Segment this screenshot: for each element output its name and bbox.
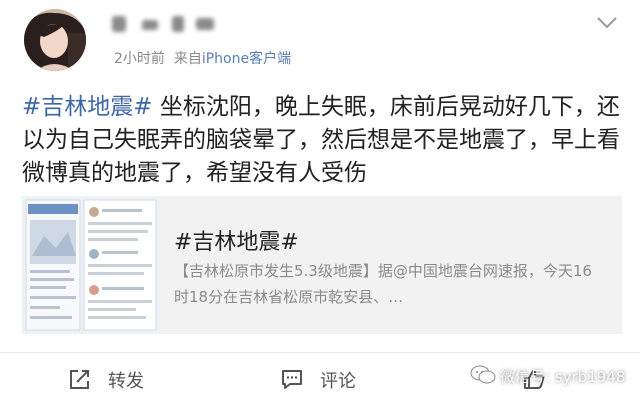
watermark-text: 微信号: syrb1948 — [500, 368, 626, 386]
post-body: #吉林地震# 坐标沈阳，晚上失眠，床前后晃动好几下，还以为自己失眠弄的脑袋晕了，… — [22, 91, 622, 190]
post-source[interactable]: iPhone客户端 — [202, 51, 291, 67]
wechat-bubble-icon — [470, 365, 496, 384]
card-thumbnail — [22, 196, 160, 334]
comment-icon — [282, 370, 302, 389]
avatar[interactable] — [24, 9, 86, 71]
repost-icon — [70, 370, 89, 389]
card-title: #吉林地震# — [174, 230, 299, 255]
card-description: 【吉林松原市发生5.3级地震】据@中国地震台网速报，今天16时18分在吉林省松原… — [174, 262, 592, 306]
link-card[interactable]: #吉林地震# 【吉林松原市发生5.3级地震】据@中国地震台网速报，今天16时18… — [22, 196, 622, 334]
username-blurred[interactable] — [112, 16, 232, 34]
hashtag-link[interactable]: #吉林地震# — [22, 94, 153, 120]
repost-label: 转发 — [108, 371, 144, 392]
comment-label: 评论 — [320, 371, 356, 392]
post-header: 2小时前 来自iPhone客户端 — [0, 0, 640, 80]
chevron-down-icon[interactable] — [595, 14, 619, 32]
repost-button[interactable]: 转发 — [68, 367, 158, 392]
post-time: 2小时前 — [114, 51, 165, 67]
source-prefix: 来自 — [173, 51, 202, 67]
comment-button[interactable]: 评论 — [280, 367, 370, 392]
post-meta: 2小时前 来自iPhone客户端 — [114, 48, 291, 68]
